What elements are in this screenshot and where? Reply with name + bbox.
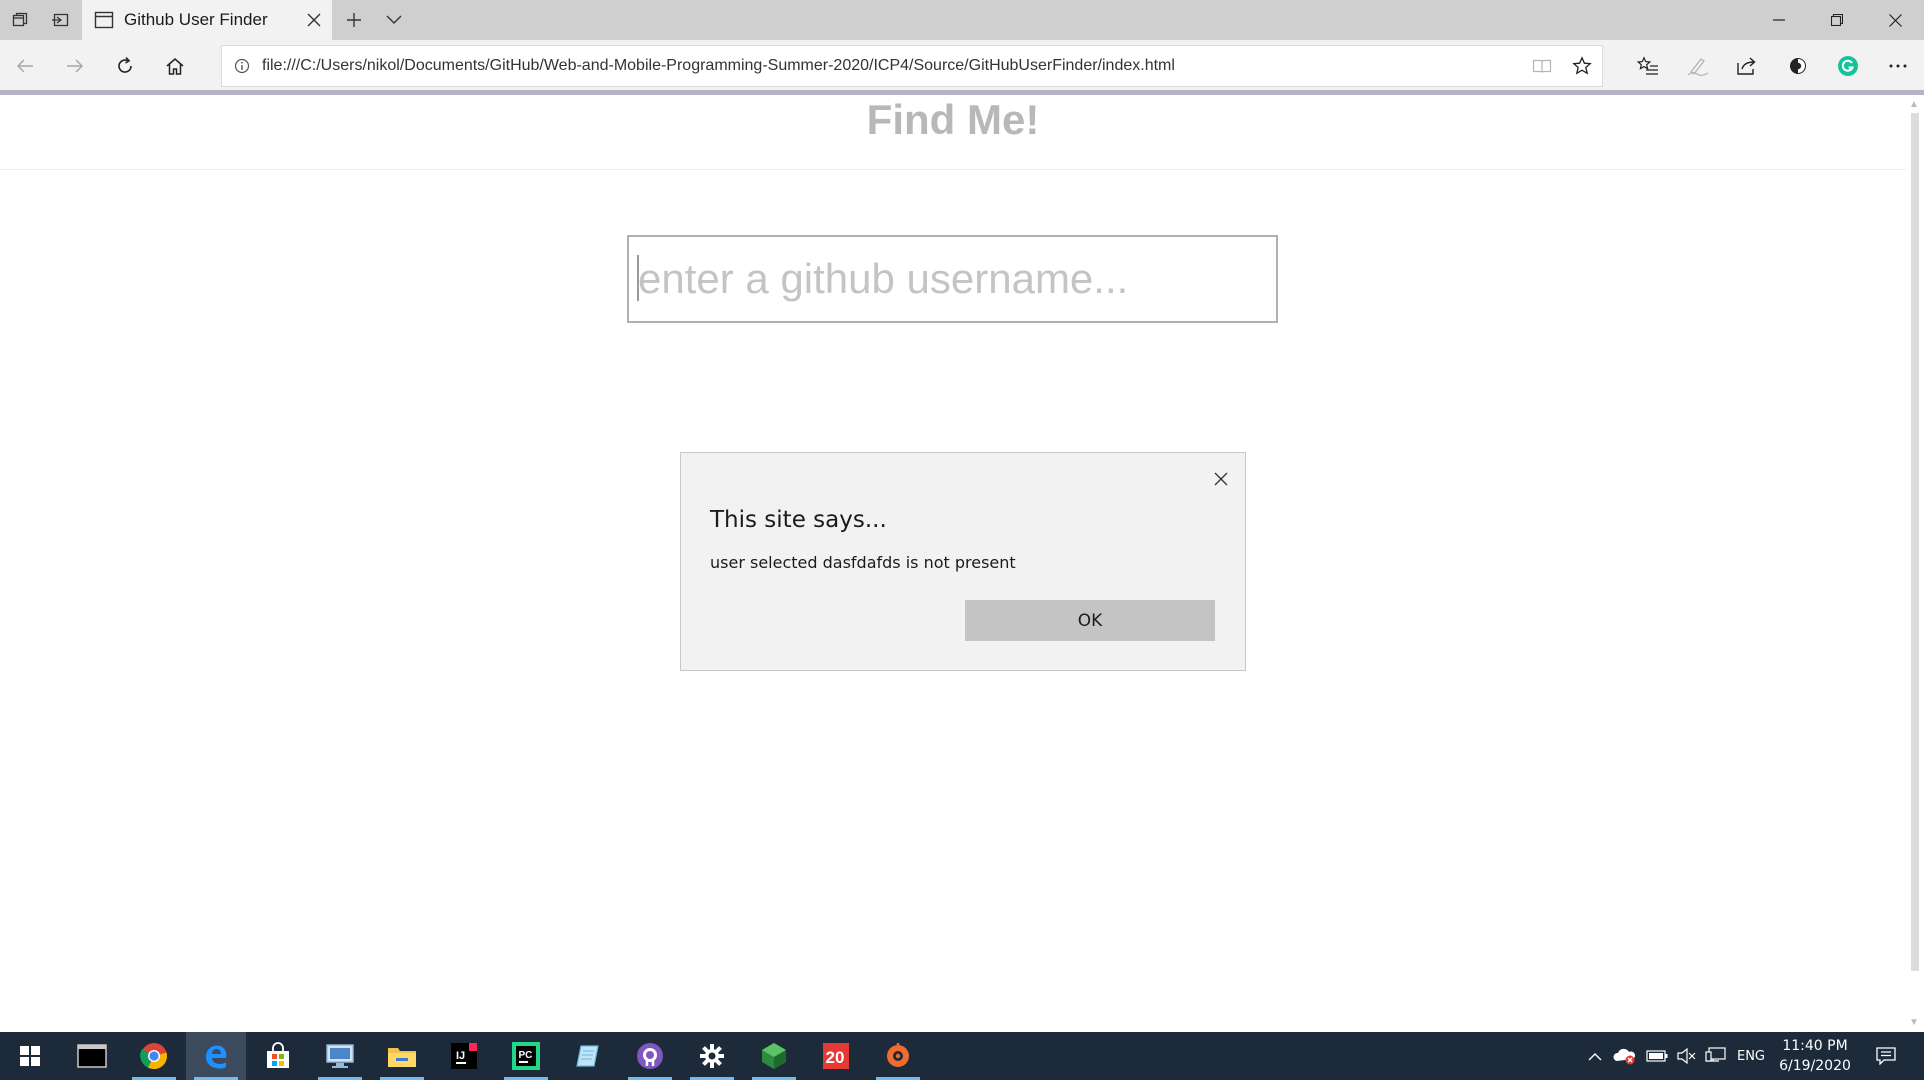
- svg-text:IJ: IJ: [456, 1050, 465, 1062]
- text-caret: [637, 255, 639, 301]
- browser-tab-bar: Github User Finder: [0, 0, 1924, 40]
- action-center-icon[interactable]: [1868, 1032, 1904, 1080]
- page-icon: [94, 10, 114, 30]
- page-header: Find Me!: [0, 95, 1906, 170]
- battery-icon[interactable]: [1643, 1032, 1671, 1080]
- calendar-badge: 20: [826, 1048, 845, 1067]
- close-tab-icon[interactable]: [296, 0, 332, 40]
- set-aside-tabs-icon[interactable]: [40, 0, 80, 40]
- forward-arrow-icon[interactable]: [55, 46, 95, 86]
- intellij-icon[interactable]: IJ: [434, 1032, 494, 1080]
- tab-title: Github User Finder: [124, 10, 268, 29]
- page-scrollbar[interactable]: ▲ ▼: [1906, 95, 1924, 1032]
- scrollbar-thumb[interactable]: [1911, 113, 1919, 971]
- pycharm-icon[interactable]: PC: [496, 1032, 556, 1080]
- settings-gear-icon[interactable]: [682, 1032, 742, 1080]
- refresh-icon[interactable]: [105, 46, 145, 86]
- windows-taskbar: IJ PC 20 ENG 11:40 PM 6/19/2020: [0, 1032, 1924, 1080]
- onedrive-error-icon[interactable]: [1610, 1032, 1640, 1080]
- edge-icon[interactable]: [186, 1032, 246, 1080]
- ok-button[interactable]: OK: [965, 600, 1215, 641]
- windows-start-icon[interactable]: [0, 1032, 60, 1080]
- clock-time: 11:40 PM: [1782, 1038, 1848, 1054]
- scroll-up-arrow-icon[interactable]: ▲: [1909, 99, 1919, 110]
- svg-text:PC: PC: [519, 1050, 533, 1061]
- web-note-pen-icon[interactable]: [1678, 46, 1718, 86]
- github-desktop-icon[interactable]: [620, 1032, 680, 1080]
- more-options-icon[interactable]: [1878, 46, 1918, 86]
- github-username-input[interactable]: [627, 235, 1278, 323]
- terminal-icon[interactable]: [62, 1032, 122, 1080]
- home-icon[interactable]: [155, 46, 195, 86]
- dialog-message: user selected dasfdafds is not present: [710, 553, 1016, 572]
- extension-shield-icon[interactable]: [1778, 46, 1818, 86]
- new-tab-icon[interactable]: [334, 0, 374, 40]
- cube-app-icon[interactable]: [744, 1032, 804, 1080]
- url-text[interactable]: file:///C:/Users/nikol/Documents/GitHub/…: [262, 57, 1522, 75]
- volume-muted-icon[interactable]: [1672, 1032, 1700, 1080]
- chrome-icon[interactable]: [124, 1032, 184, 1080]
- clock-date: 6/19/2020: [1779, 1058, 1851, 1074]
- address-bar[interactable]: file:///C:/Users/nikol/Documents/GitHub/…: [221, 45, 1603, 87]
- info-icon[interactable]: [222, 46, 262, 86]
- network-icon[interactable]: [1701, 1032, 1731, 1080]
- notepad-icon[interactable]: [558, 1032, 618, 1080]
- tab-actions-icon[interactable]: [0, 0, 40, 40]
- show-hidden-icons-chevron-up-icon[interactable]: [1582, 1032, 1608, 1080]
- dialog-title: This site says...: [710, 507, 887, 533]
- share-icon[interactable]: [1727, 46, 1767, 86]
- file-explorer-icon[interactable]: [372, 1032, 432, 1080]
- favorites-list-icon[interactable]: [1628, 46, 1668, 86]
- reading-view-icon[interactable]: [1522, 46, 1562, 86]
- scroll-down-arrow-icon[interactable]: ▼: [1909, 1017, 1919, 1028]
- page-title: Find Me!: [866, 96, 1040, 143]
- remote-desktop-icon[interactable]: [310, 1032, 370, 1080]
- back-arrow-icon[interactable]: [5, 46, 45, 86]
- close-window-icon[interactable]: [1866, 0, 1924, 40]
- alert-dialog: This site says... user selected dasfdafd…: [680, 452, 1246, 671]
- media-app-icon[interactable]: [868, 1032, 928, 1080]
- clock[interactable]: 11:40 PM 6/19/2020: [1770, 1036, 1860, 1078]
- dialog-close-icon[interactable]: [1203, 461, 1239, 497]
- restore-icon[interactable]: [1808, 0, 1866, 40]
- favorite-star-icon[interactable]: [1562, 46, 1602, 86]
- microsoft-store-icon[interactable]: [248, 1032, 308, 1080]
- input-language[interactable]: ENG: [1731, 1032, 1771, 1080]
- minimize-icon[interactable]: [1750, 0, 1808, 40]
- browser-tab[interactable]: Github User Finder: [82, 0, 332, 40]
- grammarly-icon[interactable]: [1828, 46, 1868, 86]
- tab-preview-chevron-down-icon[interactable]: [374, 0, 414, 40]
- address-toolbar: file:///C:/Users/nikol/Documents/GitHub/…: [0, 40, 1924, 92]
- calendar-icon[interactable]: 20: [806, 1032, 866, 1080]
